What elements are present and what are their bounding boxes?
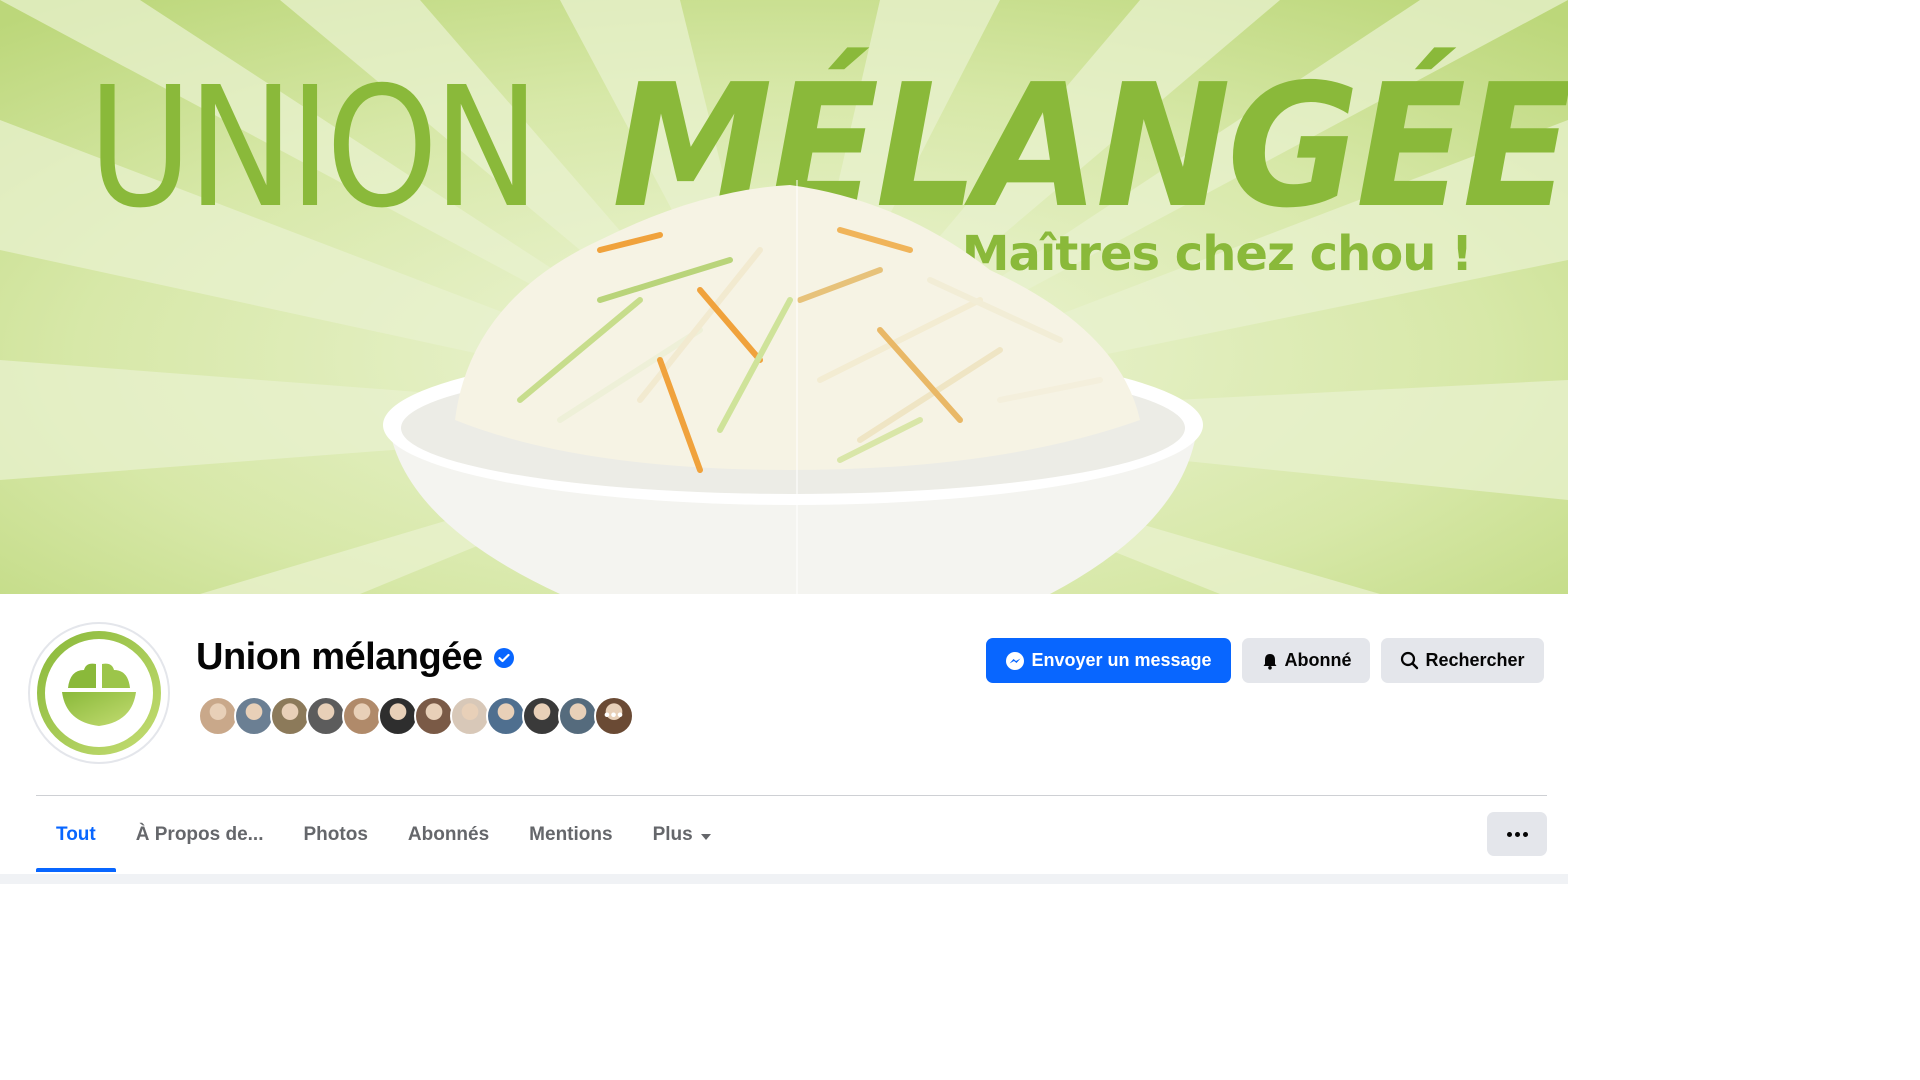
follower-avatar[interactable]: [522, 696, 562, 736]
tab-label: Plus: [652, 824, 693, 845]
follower-avatar[interactable]: [558, 696, 598, 736]
follower-avatar[interactable]: [414, 696, 454, 736]
follower-avatar[interactable]: [450, 696, 490, 736]
cover-photo[interactable]: UNION MÉLANGÉE Maîtres chez chou !: [0, 0, 1568, 594]
messenger-icon: [1006, 651, 1025, 670]
profile-picture[interactable]: [28, 622, 170, 764]
tab-label: Photos: [303, 824, 368, 845]
tab-label: Tout: [56, 824, 96, 845]
bell-icon: [1263, 653, 1276, 670]
tab-4[interactable]: Mentions: [509, 800, 632, 870]
ellipsis-icon: [1506, 831, 1512, 837]
follower-avatar[interactable]: [270, 696, 310, 736]
salad-bowl-logo-icon: [37, 631, 161, 755]
more-options-button[interactable]: [1487, 812, 1547, 856]
search-page-button[interactable]: Rechercher: [1381, 638, 1544, 683]
send-message-label: Envoyer un message: [1031, 650, 1212, 670]
header-divider: [36, 795, 1547, 796]
tab-label: À Propos de...: [135, 824, 264, 845]
verified-badge-icon: [493, 647, 514, 668]
follower-avatar[interactable]: [486, 696, 526, 736]
follower-avatar[interactable]: [198, 696, 238, 736]
caret-down-icon: [700, 833, 711, 840]
page-title: Union mélangée: [196, 636, 515, 679]
page-tabs: Tout À Propos de... Photos Abonnés Mentions P…: [36, 800, 731, 874]
followed-label: Abonné: [1284, 650, 1352, 670]
follower-avatar[interactable]: [234, 696, 274, 736]
follower-avatar[interactable]: [306, 696, 346, 736]
follower-avatar[interactable]: •••: [594, 696, 634, 736]
tab-label: Abonnés: [407, 824, 490, 845]
follower-avatars[interactable]: •••: [198, 696, 634, 736]
tab-3[interactable]: Abonnés: [388, 800, 509, 870]
search-icon: [1401, 651, 1419, 670]
tab-0[interactable]: Tout: [36, 800, 116, 872]
page-name-text: Union mélangée: [196, 636, 483, 678]
send-message-button[interactable]: Envoyer un message: [986, 638, 1231, 683]
search-label: Rechercher: [1425, 650, 1525, 670]
tab-5[interactable]: Plus: [633, 800, 731, 870]
follower-avatar[interactable]: [378, 696, 418, 736]
follower-avatar[interactable]: [342, 696, 382, 736]
tab-2[interactable]: Photos: [284, 800, 388, 870]
coleslaw-bowl-image: [383, 180, 1203, 594]
feed-background: [0, 874, 1568, 884]
tab-1[interactable]: À Propos de...: [116, 800, 284, 870]
tab-label: Mentions: [529, 824, 613, 845]
followed-button[interactable]: Abonné: [1242, 638, 1370, 683]
more-followers-indicator: •••: [604, 707, 624, 724]
